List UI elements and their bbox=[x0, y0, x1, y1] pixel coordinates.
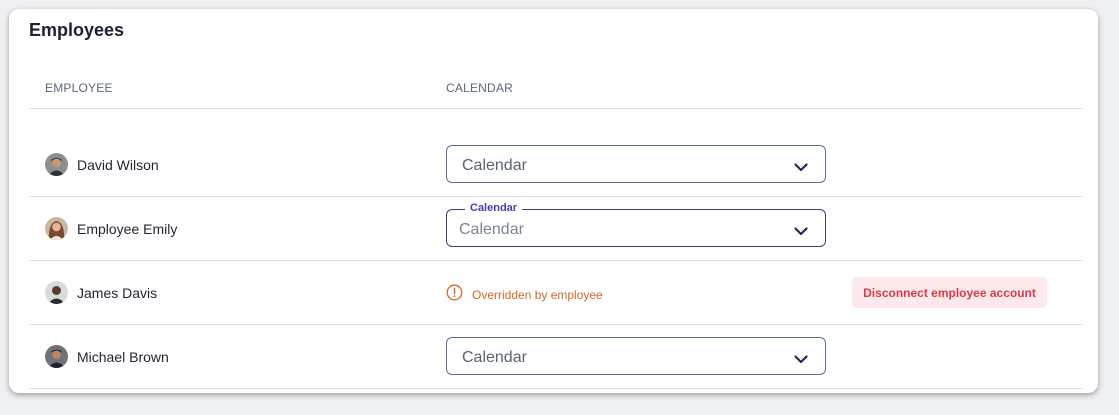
employee-name: David Wilson bbox=[77, 156, 159, 173]
calendar-select[interactable]: Calendar bbox=[446, 337, 826, 375]
table-row: David Wilson Calendar bbox=[29, 133, 1083, 197]
avatar bbox=[45, 281, 68, 304]
employee-cell: Employee Emily bbox=[45, 217, 177, 240]
table-header: EMPLOYEE CALENDAR bbox=[29, 73, 1083, 109]
alert-circle-icon bbox=[446, 284, 463, 306]
chevron-down-icon bbox=[794, 159, 808, 177]
calendar-select-label: Calendar bbox=[465, 202, 523, 214]
chevron-down-icon bbox=[794, 223, 808, 241]
override-text: Overridden by employee bbox=[472, 288, 603, 302]
employee-name: Michael Brown bbox=[77, 348, 169, 365]
disconnect-employee-account-button[interactable]: Disconnect employee account bbox=[852, 277, 1047, 308]
column-header-employee: EMPLOYEE bbox=[45, 81, 113, 95]
calendar-select[interactable]: Calendar bbox=[446, 145, 826, 183]
section-title: Employees bbox=[29, 20, 125, 40]
avatar bbox=[45, 217, 68, 240]
override-status: Overridden by employee bbox=[446, 284, 603, 306]
employee-cell: David Wilson bbox=[45, 153, 159, 176]
table-row: Michael Brown Calendar bbox=[29, 325, 1083, 389]
column-header-calendar: CALENDAR bbox=[446, 81, 513, 95]
employees-table: EMPLOYEE CALENDAR David Wilson Calendar bbox=[29, 73, 1083, 389]
table-row: James Davis Overridden by employee Disco… bbox=[29, 261, 1083, 325]
employees-card: Employees EMPLOYEE CALENDAR David Wilson bbox=[9, 9, 1098, 393]
employee-cell: Michael Brown bbox=[45, 345, 169, 368]
employee-cell: James Davis bbox=[45, 281, 157, 304]
calendar-select-value: Calendar bbox=[462, 349, 527, 366]
calendar-select[interactable]: Calendar Calendar bbox=[446, 202, 826, 247]
avatar bbox=[45, 153, 68, 176]
chevron-down-icon bbox=[794, 351, 808, 369]
table-row: Employee Emily Calendar Calendar bbox=[29, 197, 1083, 261]
employee-name: Employee Emily bbox=[77, 220, 178, 237]
calendar-select-placeholder: Calendar bbox=[459, 221, 524, 238]
employee-name: James Davis bbox=[77, 284, 158, 301]
avatar bbox=[45, 345, 68, 368]
calendar-select-value: Calendar bbox=[462, 157, 527, 174]
